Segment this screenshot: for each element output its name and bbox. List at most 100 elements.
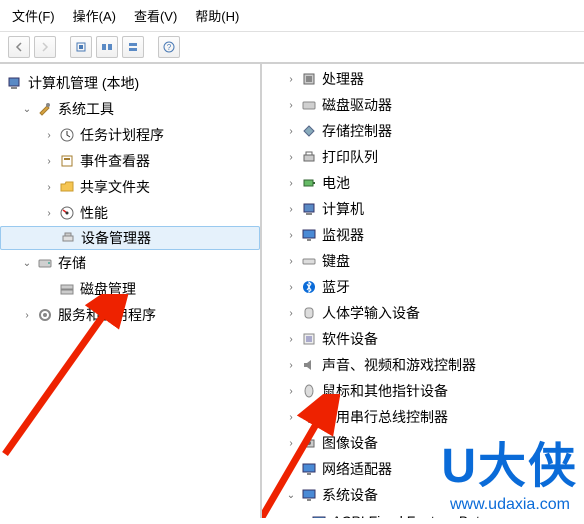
bluetooth-icon [300, 278, 318, 296]
expand-icon[interactable]: › [20, 308, 34, 322]
toolbar-btn-3[interactable] [122, 36, 144, 58]
expand-icon[interactable]: ⌄ [20, 102, 34, 116]
disk_drives-icon [300, 96, 318, 114]
tree-event-viewer[interactable]: › 事件查看器 [0, 148, 260, 174]
device-hid[interactable]: ›人体学输入设备 [262, 300, 584, 326]
expand-icon[interactable]: › [284, 254, 298, 268]
tree-task-scheduler[interactable]: › 任务计划程序 [0, 122, 260, 148]
sound-icon [300, 356, 318, 374]
device-label: 软件设备 [322, 329, 378, 349]
device-label: 通用串行总线控制器 [322, 407, 448, 427]
tree-root-label: 计算机管理 (本地) [28, 73, 139, 93]
device-battery[interactable]: ›电池 [262, 170, 584, 196]
toolbar-btn-2[interactable] [96, 36, 118, 58]
device-computer[interactable]: › 计算机 [262, 196, 584, 222]
tree-root[interactable]: 计算机管理 (本地) [0, 70, 260, 96]
svg-text:?: ? [167, 43, 172, 52]
tools-icon [36, 100, 54, 118]
device-processor[interactable]: › 处理器 [262, 66, 584, 92]
menu-action[interactable]: 操作(A) [73, 6, 116, 25]
tree-performance[interactable]: › 性能 [0, 200, 260, 226]
device-label: 键盘 [322, 251, 350, 271]
expand-icon[interactable]: › [284, 72, 298, 86]
expand-icon[interactable]: › [42, 180, 56, 194]
device-storage_controllers[interactable]: ›存储控制器 [262, 118, 584, 144]
expand-icon[interactable]: › [42, 206, 56, 220]
toolbar-btn-1[interactable] [70, 36, 92, 58]
software_devices-icon [300, 330, 318, 348]
menu-file[interactable]: 文件(F) [12, 6, 55, 25]
battery-icon [300, 174, 318, 192]
device-label: 图像设备 [322, 433, 378, 453]
tree-services-apps[interactable]: › 服务和应用程序 [0, 302, 260, 328]
tree-system-tools[interactable]: ⌄ 系统工具 [0, 96, 260, 122]
tree-storage[interactable]: ⌄ 存储 [0, 250, 260, 276]
expand-icon[interactable]: › [284, 150, 298, 164]
services-apps-label: 服务和应用程序 [58, 305, 156, 325]
device-mgr-icon [59, 229, 77, 247]
back-button[interactable] [8, 36, 30, 58]
device-label: 系统设备 [322, 485, 378, 505]
device-keyboard[interactable]: › 键盘 [262, 248, 584, 274]
event-viewer-label: 事件查看器 [80, 151, 150, 171]
device-disk_drives[interactable]: › 磁盘驱动器 [262, 92, 584, 118]
print_queues-icon [300, 148, 318, 166]
expand-icon[interactable]: › [284, 410, 298, 424]
device-label: 处理器 [322, 69, 364, 89]
device-label: 蓝牙 [322, 277, 350, 297]
device-software_devices[interactable]: › 软件设备 [262, 326, 584, 352]
device-mouse[interactable]: ›鼠标和其他指针设备 [262, 378, 584, 404]
watermark-url: www.udaxia.com [450, 496, 570, 514]
expand-icon[interactable]: ⌄ [20, 256, 34, 270]
expand-icon[interactable]: › [284, 228, 298, 242]
tree-disk-mgmt[interactable]: 磁盘管理 [0, 276, 260, 302]
forward-button[interactable] [34, 36, 56, 58]
clock-icon [58, 126, 76, 144]
performance-icon [58, 204, 76, 222]
expand-icon[interactable]: › [284, 124, 298, 138]
menu-help[interactable]: 帮助(H) [195, 6, 239, 25]
expand-icon[interactable]: › [42, 154, 56, 168]
tree-device-manager[interactable]: 设备管理器 [0, 226, 260, 250]
device-bluetooth[interactable]: › 蓝牙 [262, 274, 584, 300]
shared-folders-label: 共享文件夹 [80, 177, 150, 197]
watermark-text: 大侠 [478, 440, 578, 493]
expand-icon[interactable]: ⌄ [284, 488, 298, 502]
watermark-prefix: U [441, 440, 478, 493]
expand-icon[interactable]: › [284, 332, 298, 346]
tree-shared-folders[interactable]: › 共享文件夹 [0, 174, 260, 200]
disk-mgmt-label: 磁盘管理 [80, 279, 136, 299]
expand-icon[interactable]: › [284, 306, 298, 320]
device-label: 磁盘驱动器 [322, 95, 392, 115]
device-label: 声音、视频和游戏控制器 [322, 355, 476, 375]
hid-icon [300, 304, 318, 322]
device-label: 网络适配器 [322, 459, 392, 479]
expand-icon[interactable]: › [284, 358, 298, 372]
left-pane: 计算机管理 (本地) ⌄ 系统工具 › 任务计划程序 › 事件查看器 › 共享文… [0, 64, 262, 518]
expand-icon[interactable]: › [284, 176, 298, 190]
device-label: 打印队列 [322, 147, 378, 167]
expand-icon[interactable]: › [284, 462, 298, 476]
expand-icon[interactable]: › [284, 436, 298, 450]
disk-icon [58, 280, 76, 298]
monitor-icon [300, 226, 318, 244]
expand-icon[interactable]: › [284, 202, 298, 216]
menu-view[interactable]: 查看(V) [134, 6, 177, 25]
expand-icon[interactable]: › [284, 98, 298, 112]
storage-label: 存储 [58, 253, 86, 273]
storage_controllers-icon [300, 122, 318, 140]
device-label: 计算机 [322, 199, 364, 219]
expand-icon[interactable]: › [42, 128, 56, 142]
help-button[interactable]: ? [158, 36, 180, 58]
toolbar: ? [0, 32, 584, 64]
device-monitor[interactable]: › 监视器 [262, 222, 584, 248]
device-print_queues[interactable]: › 打印队列 [262, 144, 584, 170]
services-icon [36, 306, 54, 324]
expand-icon[interactable]: › [284, 384, 298, 398]
storage-icon [36, 254, 54, 272]
menubar: 文件(F) 操作(A) 查看(V) 帮助(H) [0, 0, 584, 32]
device-sound[interactable]: › 声音、视频和游戏控制器 [262, 352, 584, 378]
device-label: 监视器 [322, 225, 364, 245]
expand-icon[interactable]: › [284, 280, 298, 294]
performance-label: 性能 [80, 203, 108, 223]
